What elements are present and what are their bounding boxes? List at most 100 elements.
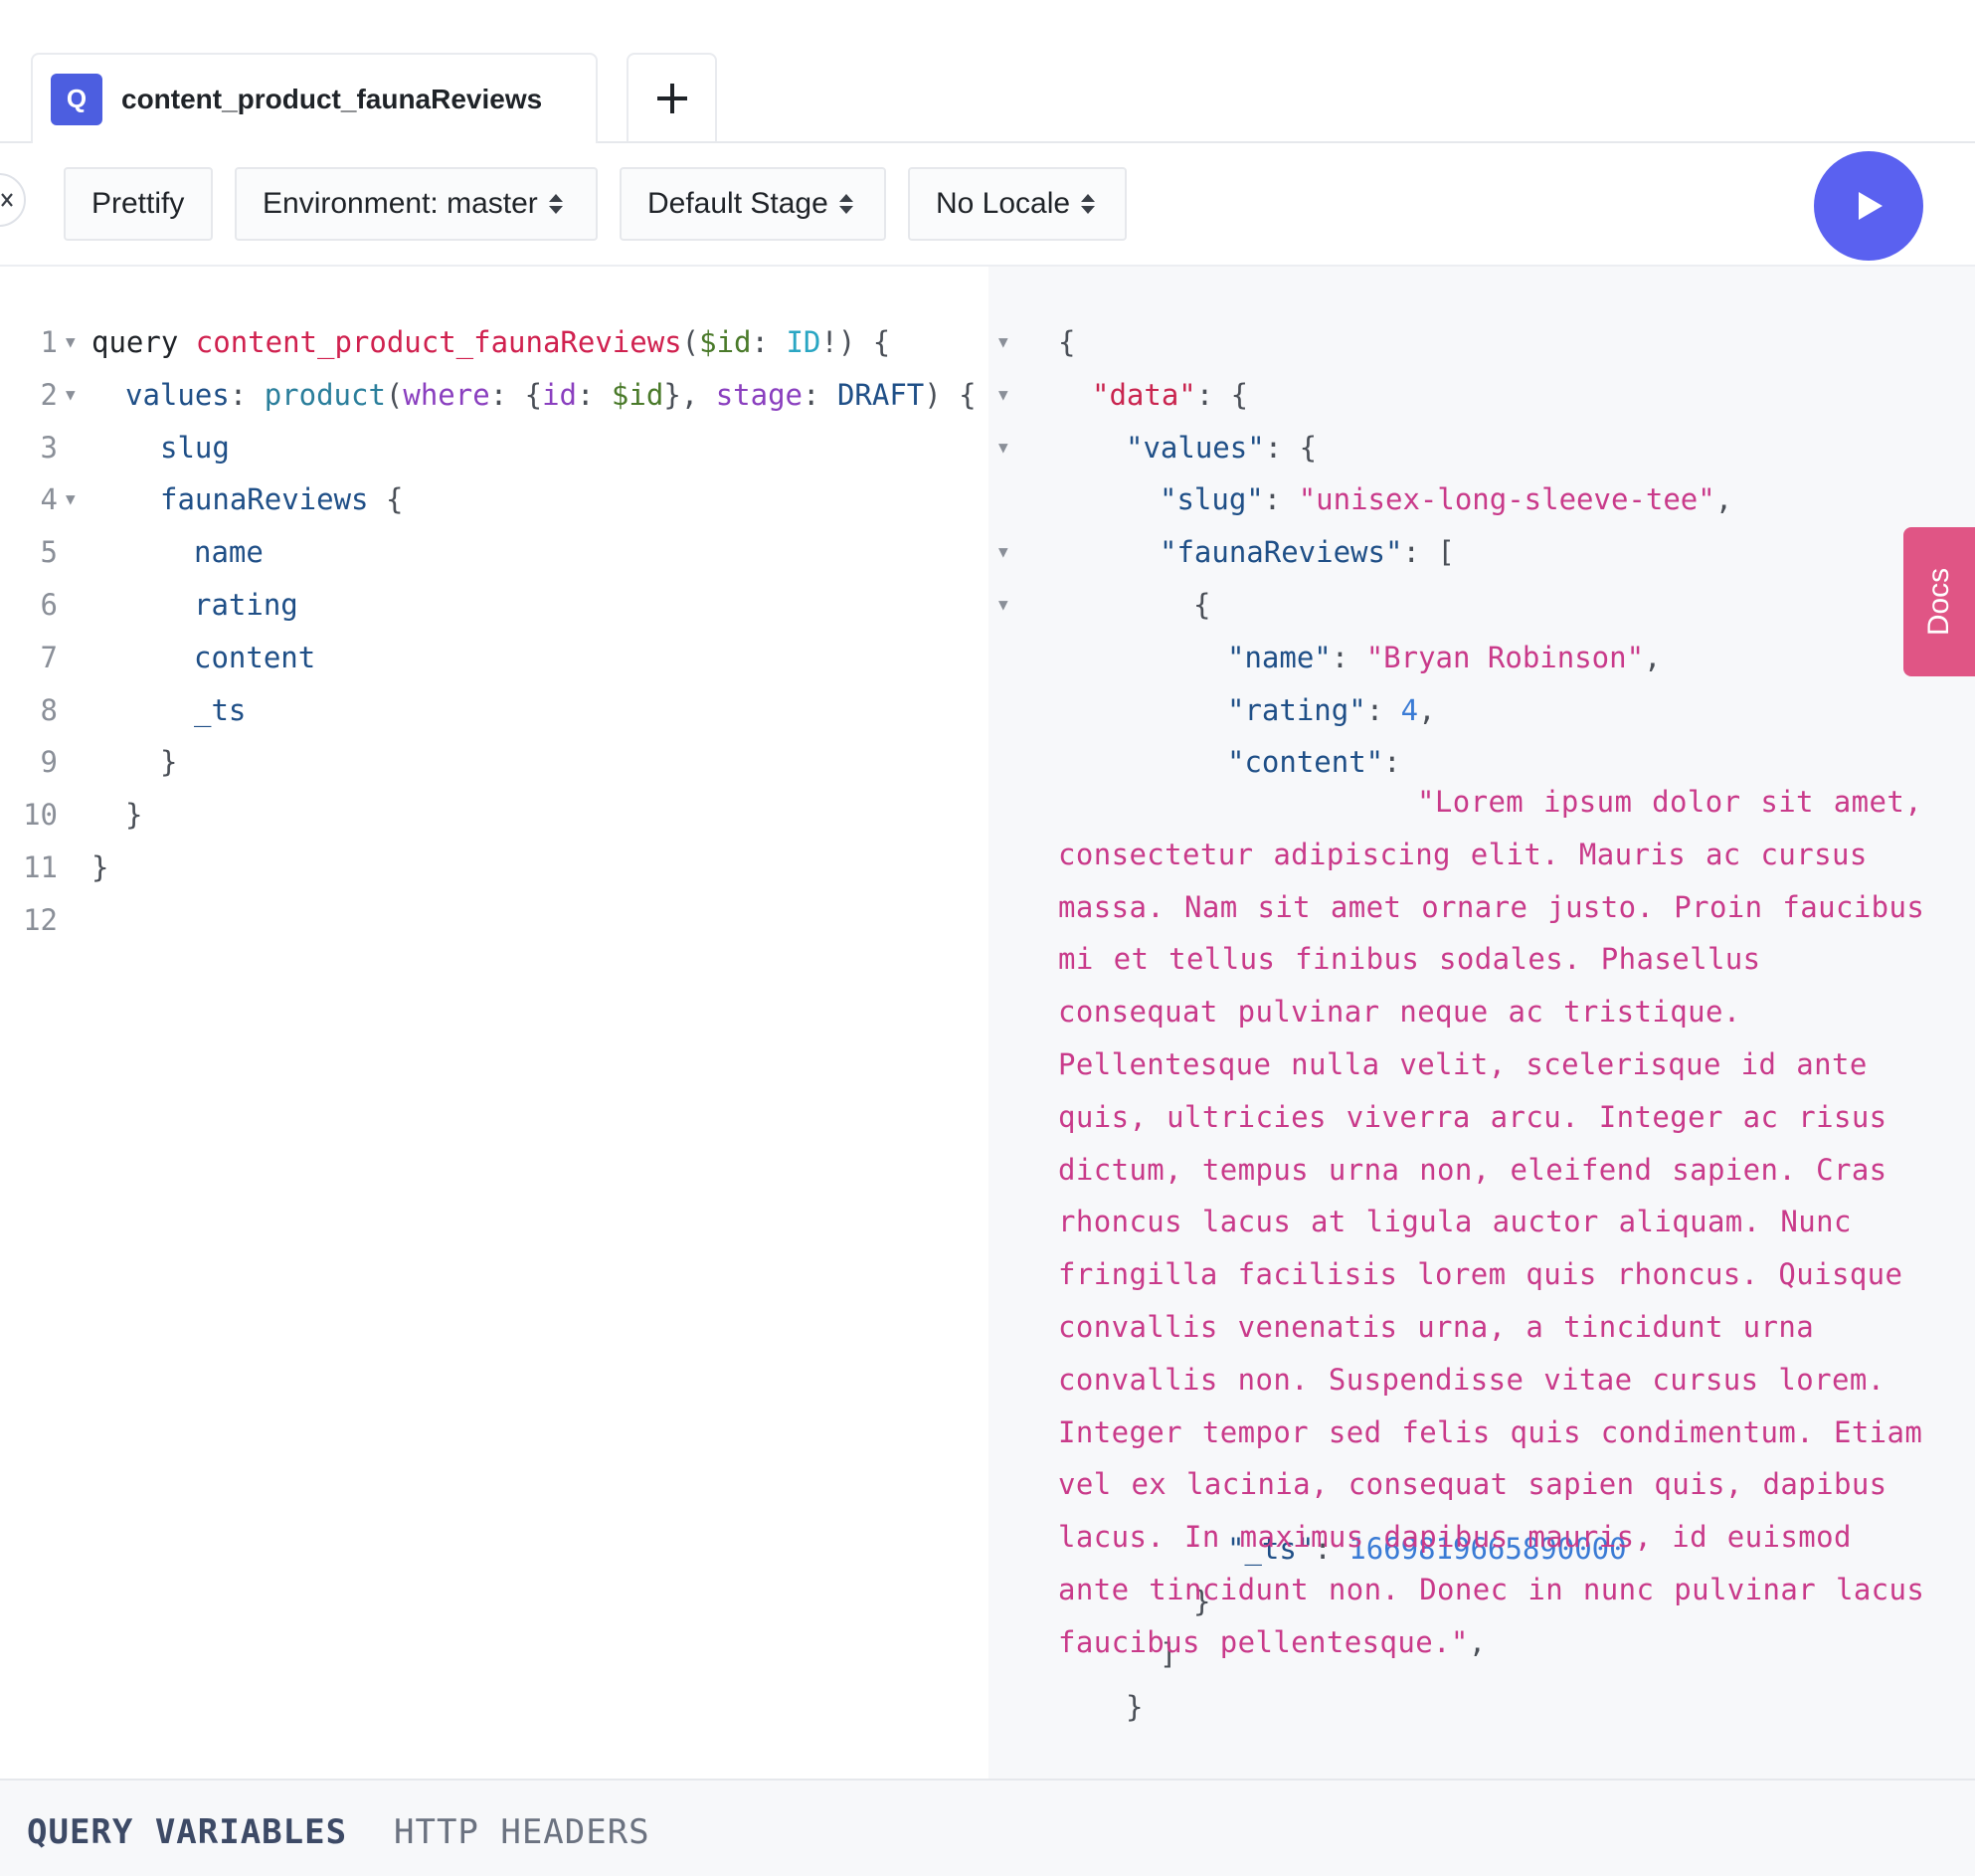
code-line: faunaReviews { xyxy=(160,473,403,525)
docs-label: Docs xyxy=(1921,567,1955,637)
field-name: product xyxy=(264,378,386,412)
json-line: "data": { xyxy=(1092,378,1249,412)
code-line: slug xyxy=(160,431,230,465)
docs-button[interactable]: Docs xyxy=(1903,527,1975,676)
locale-label: No Locale xyxy=(936,187,1071,220)
fold-arrow-icon[interactable]: ▼ xyxy=(998,579,1008,631)
punctuation: : xyxy=(751,325,787,359)
line-number: 10 xyxy=(23,798,58,832)
play-icon xyxy=(1859,192,1883,220)
operation-name: content_product_faunaReviews xyxy=(195,325,682,359)
punctuation: { xyxy=(368,482,404,516)
keyword: query xyxy=(91,325,179,359)
json-line: "faunaReviews": [ xyxy=(1160,535,1455,569)
code-line: _ts xyxy=(194,693,247,727)
json-key: "faunaReviews" xyxy=(1160,535,1403,569)
punctuation: !) { xyxy=(820,325,891,359)
fold-arrow-icon[interactable]: ▼ xyxy=(66,369,76,421)
argument: id xyxy=(542,378,577,412)
line-number: 1 xyxy=(40,325,58,359)
code-line: } xyxy=(125,798,143,832)
code-line: query content_product_faunaReviews($id: … xyxy=(91,316,890,368)
json-line: "name": "Bryan Robinson", xyxy=(1227,641,1662,674)
fold-arrow-icon[interactable]: ▼ xyxy=(998,526,1008,578)
code-line: content xyxy=(194,641,316,674)
add-tab-button[interactable] xyxy=(627,53,717,141)
plus-icon xyxy=(656,83,687,113)
tab-query-variables[interactable]: QUERY VARIABLES xyxy=(27,1812,347,1852)
fold-arrow-icon[interactable]: ▼ xyxy=(66,316,76,368)
line-number: 12 xyxy=(23,903,58,937)
json-key: "name" xyxy=(1227,641,1332,674)
toolbar: Prettify Environment: master Default Sta… xyxy=(0,143,1975,267)
line-number: 5 xyxy=(40,535,58,569)
punctuation: : { xyxy=(489,378,543,412)
code-line: name xyxy=(194,535,264,569)
tab-http-headers[interactable]: HTTP HEADERS xyxy=(394,1812,650,1852)
punctuation: : xyxy=(229,378,265,412)
line-number: 11 xyxy=(23,850,58,884)
tab-bar: Q content_product_faunaReviews xyxy=(0,0,1975,143)
json-line: "rating": 4, xyxy=(1227,693,1436,727)
run-query-button[interactable] xyxy=(1814,151,1923,261)
json-line: "slug": "unisex-long-sleeve-tee", xyxy=(1160,482,1733,516)
json-line: } xyxy=(1126,1690,1144,1724)
field-name: faunaReviews xyxy=(160,482,369,516)
sort-icon xyxy=(548,193,564,215)
punctuation: : xyxy=(803,378,837,412)
json-key: "rating" xyxy=(1227,693,1366,727)
punctuation: ( xyxy=(385,378,404,412)
query-editor[interactable]: 1 2 3 4 5 6 7 8 9 10 11 12 ▼ ▼ ▼ query c… xyxy=(0,267,988,1779)
fold-arrow-icon[interactable]: ▼ xyxy=(66,473,76,525)
alias: values xyxy=(125,378,230,412)
stage-select[interactable]: Default Stage xyxy=(620,167,886,241)
json-key: "values" xyxy=(1126,431,1265,465)
sort-icon xyxy=(838,193,854,215)
variable: $id xyxy=(611,378,664,412)
json-number: 4 xyxy=(1400,693,1419,727)
json-string: "Bryan Robinson" xyxy=(1365,641,1645,674)
line-number: 4 xyxy=(40,482,58,516)
punctuation: ( xyxy=(681,325,700,359)
tab-title: content_product_faunaReviews xyxy=(121,83,543,114)
json-key: "data" xyxy=(1092,378,1196,412)
query-tab[interactable]: Q content_product_faunaReviews xyxy=(31,53,598,143)
sort-icon xyxy=(1080,193,1096,215)
argument: stage xyxy=(715,378,804,412)
environment-select[interactable]: Environment: master xyxy=(235,167,598,241)
prettify-label: Prettify xyxy=(91,187,185,220)
enum-value: DRAFT xyxy=(836,378,925,412)
variable: $id xyxy=(699,325,752,359)
environment-label: Environment: master xyxy=(263,187,538,220)
json-key: "slug" xyxy=(1160,482,1264,516)
collapse-button[interactable] xyxy=(0,173,26,227)
code-line: values: product(where: {id: $id}, stage:… xyxy=(125,369,977,421)
code-line: } xyxy=(91,850,109,884)
line-number: 6 xyxy=(40,588,58,622)
code-line: rating xyxy=(194,588,298,622)
fold-arrow-icon[interactable]: ▼ xyxy=(998,316,1008,368)
line-number: 8 xyxy=(40,693,58,727)
json-line: { xyxy=(1058,325,1076,359)
close-icon xyxy=(1,193,13,207)
type: ID xyxy=(786,325,821,359)
locale-select[interactable]: No Locale xyxy=(908,167,1127,241)
fold-arrow-icon[interactable]: ▼ xyxy=(998,369,1008,421)
json-line: { xyxy=(1193,588,1211,622)
stage-label: Default Stage xyxy=(647,187,828,220)
line-number: 9 xyxy=(40,745,58,779)
prettify-button[interactable]: Prettify xyxy=(64,167,213,241)
fold-arrow-icon[interactable]: ▼ xyxy=(998,422,1008,473)
json-line: "values": { xyxy=(1126,431,1318,465)
bottom-panel-bar: QUERY VARIABLES HTTP HEADERS xyxy=(0,1779,1975,1876)
punctuation: ) { xyxy=(924,378,977,412)
line-number: 3 xyxy=(40,431,58,465)
code-line: } xyxy=(160,745,178,779)
json-key: "content" xyxy=(1227,745,1384,779)
argument: where xyxy=(403,378,490,412)
json-string: "Lorem ipsum dolor sit amet, consectetur… xyxy=(1058,785,1925,1659)
punctuation: }, xyxy=(663,378,716,412)
line-number: 7 xyxy=(40,641,58,674)
query-badge: Q xyxy=(51,73,102,125)
line-number: 2 xyxy=(40,378,58,412)
